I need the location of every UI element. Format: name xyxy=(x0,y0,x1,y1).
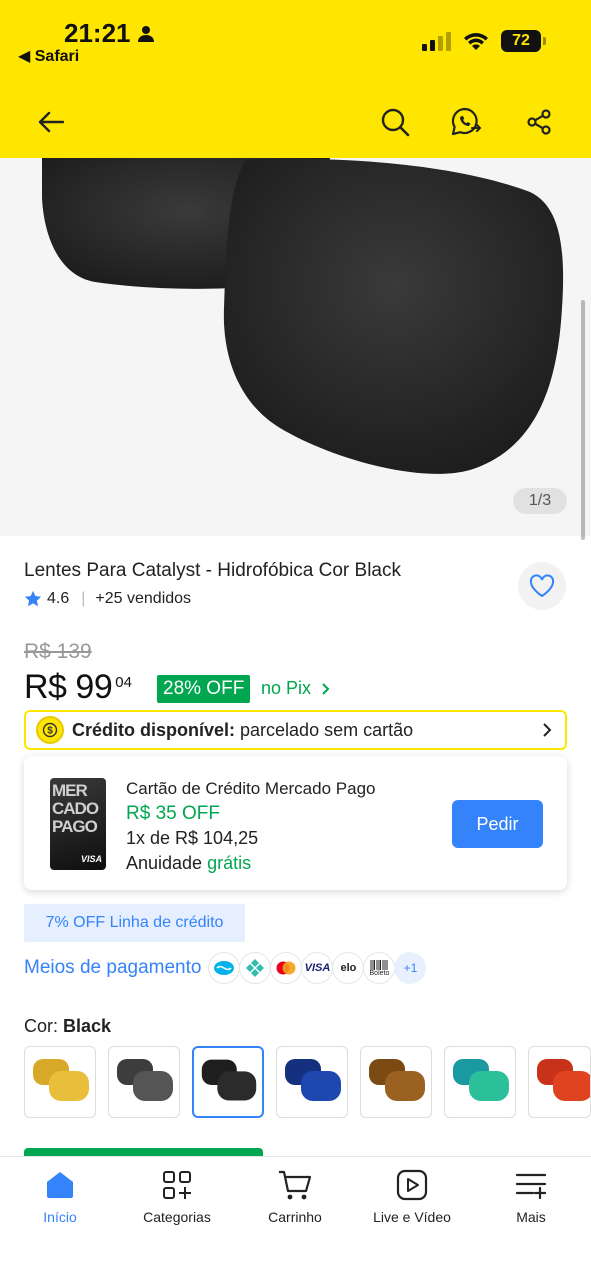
tab-label: Mais xyxy=(516,1209,546,1225)
selected-color: Black xyxy=(63,1016,112,1036)
discount-badge: 28% OFF xyxy=(157,675,251,703)
credit-line-tag[interactable]: 7% OFF Linha de crédito xyxy=(24,904,245,942)
card-offer-discount: R$ 35 OFF xyxy=(126,803,220,824)
more-payment-methods[interactable]: +1 xyxy=(394,952,427,984)
status-indicators: 72 xyxy=(422,30,546,52)
person-icon xyxy=(137,25,154,42)
smoke-lens-icon xyxy=(117,1059,173,1101)
swatch-smoke[interactable] xyxy=(108,1046,180,1118)
wifi-icon xyxy=(464,33,488,50)
battery-indicator: 72 xyxy=(501,30,546,52)
tab-categorias[interactable]: Categorias xyxy=(122,1169,232,1225)
status-clock: 21:21 xyxy=(64,18,131,48)
credit-label: Crédito disponível: xyxy=(72,719,236,740)
tab-label: Live e Vídeo xyxy=(373,1209,451,1225)
red-lens-icon xyxy=(537,1059,590,1101)
rating-value: 4.6 xyxy=(47,590,70,607)
tab-label: Carrinho xyxy=(268,1209,322,1225)
tab-carrinho[interactable]: Carrinho xyxy=(240,1169,350,1225)
price-cents: 04 xyxy=(115,674,132,691)
swatch-bronze[interactable] xyxy=(360,1046,432,1118)
request-card-button[interactable]: Pedir xyxy=(452,800,543,848)
image-counter: 1/3 xyxy=(513,488,567,514)
boleto-icon: Boleto xyxy=(363,952,396,984)
card-art-text: MER CADO PAGO xyxy=(52,781,99,836)
pix-icon xyxy=(239,952,272,984)
product-lenses-image xyxy=(42,158,564,474)
swatch-black[interactable] xyxy=(192,1046,264,1118)
categories-icon xyxy=(163,1171,191,1199)
bottom-navigation: Início Categorias Carrinho Live e Vídeo … xyxy=(0,1156,591,1280)
back-app-label: Safari xyxy=(34,48,80,65)
tab-label: Categorias xyxy=(143,1209,211,1225)
menu-plus-icon xyxy=(515,1173,547,1200)
pix-label: no Pix xyxy=(261,678,312,698)
card-offer-details: Cartão de Crédito Mercado Pago R$ 35 OFF… xyxy=(126,776,375,876)
tab-live-video[interactable]: Live e Vídeo xyxy=(357,1169,467,1225)
product-image-gallery[interactable] xyxy=(0,158,591,536)
color-label: Cor: Black xyxy=(24,1016,111,1037)
card-offer-annual-fee: Anuidade grátis xyxy=(126,851,375,876)
swatch-blue[interactable] xyxy=(276,1046,348,1118)
credit-text: parcelado sem cartão xyxy=(240,719,414,740)
heart-icon xyxy=(529,574,555,598)
product-title: Lentes Para Catalyst - Hidrofóbica Cor B… xyxy=(24,560,401,581)
annual-fee-prefix: Anuidade xyxy=(126,853,203,873)
payment-methods-link[interactable]: Meios de pagamento xyxy=(24,957,201,979)
pix-link[interactable]: no Pix xyxy=(261,678,331,699)
swatch-emerald[interactable] xyxy=(444,1046,516,1118)
nav-toolbar xyxy=(0,96,591,152)
whatsapp-share-icon[interactable] xyxy=(448,104,484,140)
mercado-pago-icon xyxy=(208,952,241,984)
top-header: 21:21 ◀ Safari 72 xyxy=(0,0,591,158)
black-lens-icon xyxy=(201,1059,257,1101)
star-icon xyxy=(24,590,42,607)
current-price: R$ 99 04 xyxy=(24,668,132,707)
swatch-gold[interactable] xyxy=(24,1046,96,1118)
home-icon xyxy=(47,1172,73,1198)
gold-lens-icon xyxy=(33,1059,89,1101)
card-offer-installments: 1x de R$ 104,25 xyxy=(126,828,259,848)
svg-text:$: $ xyxy=(47,726,53,737)
cellular-signal-icon xyxy=(422,31,451,51)
card-offer-title: Cartão de Crédito Mercado Pago xyxy=(126,779,376,798)
rating-row[interactable]: 4.6 | +25 vendidos xyxy=(24,590,191,608)
chevron-right-icon xyxy=(322,682,330,695)
share-icon[interactable] xyxy=(521,104,557,140)
back-arrow-icon[interactable] xyxy=(33,104,69,140)
tab-inicio[interactable]: Início xyxy=(5,1169,115,1225)
coin-icon: $ xyxy=(36,716,64,744)
old-price: R$ 139 xyxy=(24,640,92,663)
bronze-lens-icon xyxy=(369,1059,425,1101)
status-time: 21:21 xyxy=(64,18,155,49)
mercado-pago-card-image: MER CADO PAGO VISA xyxy=(50,778,106,870)
price-main: R$ 99 xyxy=(24,668,113,706)
tab-mais[interactable]: Mais xyxy=(476,1169,586,1225)
annual-fee-value: grátis xyxy=(207,853,252,873)
emerald-lens-icon xyxy=(453,1059,509,1101)
rating-separator: | xyxy=(81,590,86,607)
favorite-button[interactable] xyxy=(518,562,566,610)
swatch-red[interactable] xyxy=(528,1046,591,1118)
search-icon[interactable] xyxy=(377,104,413,140)
video-icon xyxy=(396,1169,428,1201)
page-scrollbar[interactable] xyxy=(581,300,585,540)
mastercard-icon xyxy=(270,952,303,984)
credit-card-offer[interactable]: MER CADO PAGO VISA Cartão de Crédito Merca… xyxy=(24,756,567,890)
battery-level: 72 xyxy=(512,32,530,49)
card-brand: VISA xyxy=(80,854,102,864)
blue-lens-icon xyxy=(285,1059,341,1101)
color-label-prefix: Cor: xyxy=(24,1016,59,1036)
payment-methods-row[interactable]: Meios de pagamento VISA elo Boleto +1 xyxy=(24,950,427,986)
cart-icon xyxy=(279,1170,312,1200)
back-to-app-link[interactable]: ◀ Safari xyxy=(18,46,79,66)
tab-label: Início xyxy=(43,1209,77,1225)
chevron-right-icon xyxy=(543,723,552,737)
credit-available-banner[interactable]: $ Crédito disponível: parcelado sem cart… xyxy=(24,710,567,750)
elo-icon: elo xyxy=(332,952,365,984)
sold-count: +25 vendidos xyxy=(95,590,192,607)
visa-icon: VISA xyxy=(301,952,334,984)
